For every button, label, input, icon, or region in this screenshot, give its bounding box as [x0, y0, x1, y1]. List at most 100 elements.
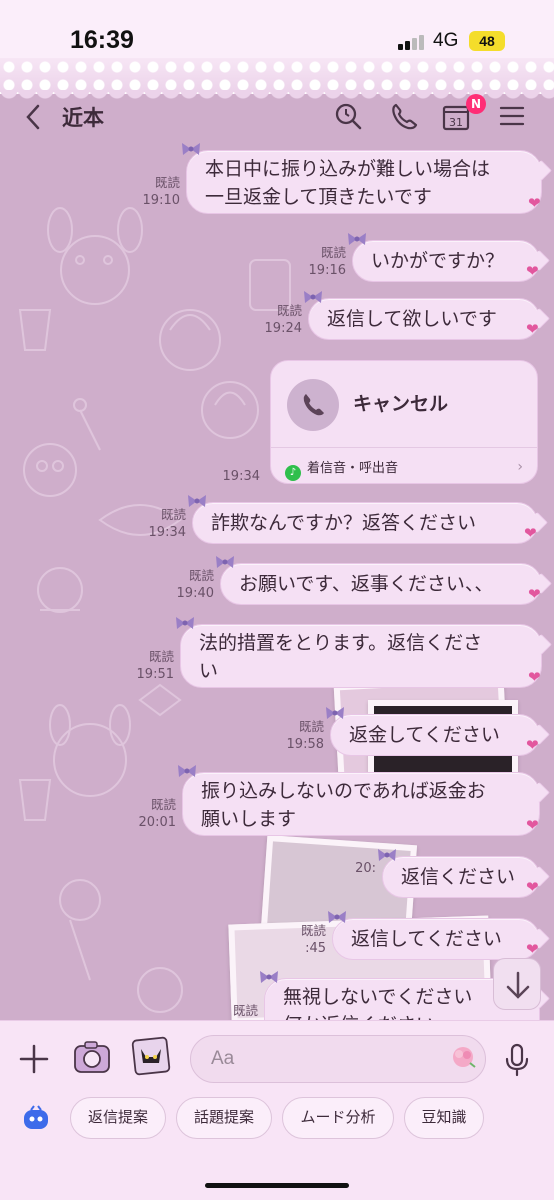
bow-icon [348, 233, 366, 245]
message-input[interactable]: Aa [190, 1035, 486, 1083]
chat-title[interactable]: 近本 [62, 102, 104, 132]
message-text: 無視しないでください [283, 986, 473, 1008]
plus-icon[interactable] [18, 1043, 50, 1075]
message-bubble[interactable]: 振り込みしないのであれば返金お 願いします [182, 772, 540, 836]
bow-icon [328, 911, 346, 923]
ai-assistant-icon[interactable] [22, 1105, 50, 1133]
ringtone-link[interactable]: ♪ 着信音・呼出音 [285, 457, 398, 481]
heart-icon: ❤ [526, 940, 539, 958]
message-time: 19:10 [142, 193, 180, 208]
chip-trivia[interactable]: 豆知識 [404, 1097, 484, 1139]
message-bubble[interactable]: 返信して欲しいです [308, 298, 540, 340]
message-text: 返信して欲しいです [327, 308, 497, 330]
bow-icon [176, 617, 194, 629]
home-indicator [205, 1183, 349, 1188]
message-time: 19:34 [148, 525, 186, 540]
heart-icon: ❤ [528, 194, 541, 212]
read-receipt: 既読 [300, 923, 326, 938]
heart-icon: ❤ [526, 320, 539, 338]
message-meta: 既読 :45 [260, 922, 326, 958]
message-meta: 既読 19:10 [114, 174, 180, 210]
read-receipt: 既読 [160, 507, 186, 522]
heart-icon: ❤ [526, 262, 539, 280]
back-icon[interactable] [20, 100, 46, 134]
chip-mood-analysis[interactable]: ムード分析 [282, 1097, 394, 1139]
message-meta: 既読 19:16 [280, 244, 346, 280]
bow-icon [260, 971, 278, 983]
message-text: 本日中に振り込みが難しい場合は [205, 158, 491, 180]
message-text: い [199, 660, 219, 682]
sticker-icon[interactable] [448, 1043, 478, 1071]
gallery-icon[interactable] [130, 1035, 172, 1077]
bow-icon [326, 707, 344, 719]
call-card[interactable]: キャンセル ♪ 着信音・呼出音 › [270, 360, 538, 484]
chip-topic-suggestion[interactable]: 話題提案 [176, 1097, 272, 1139]
bow-icon [216, 556, 234, 568]
message-text: 一旦返金して頂きたいです [205, 186, 432, 208]
heart-icon: ❤ [524, 524, 537, 542]
message-text: 何か返信ください [283, 1011, 521, 1020]
bow-icon [188, 495, 206, 507]
bow-icon [304, 291, 322, 303]
read-receipt: 既読 [320, 245, 346, 260]
message-meta: 既読 19:51 [108, 648, 174, 684]
message-meta: 既読 19:58 [258, 718, 324, 754]
read-receipt: 既読 [150, 797, 176, 812]
message-time: 19:51 [136, 667, 174, 682]
heart-icon: ❤ [528, 585, 541, 603]
menu-icon[interactable] [496, 100, 528, 132]
message-time: 19:24 [264, 321, 302, 336]
message-meta: 20: [310, 860, 376, 878]
camera-icon[interactable] [72, 1037, 112, 1077]
message-text: 願いします [201, 808, 297, 830]
status-bar: 16:39 4G 48 [0, 0, 554, 62]
microphone-icon[interactable] [504, 1043, 530, 1077]
chevron-right-icon: › [517, 459, 523, 475]
message-bubble[interactable]: 詐欺なんですか？返答ください [192, 502, 538, 544]
message-bubble[interactable]: いかがですか？ [352, 240, 540, 282]
message-meta: 既読 19:34 [120, 506, 186, 542]
read-receipt: 既読 [148, 649, 174, 664]
message-meta: 既読 20:01 [110, 796, 176, 832]
message-text: 返信してください [351, 928, 502, 950]
calendar-day: 31 [449, 116, 463, 129]
bow-icon [178, 765, 196, 777]
message-bubble[interactable]: 法的措置をとります。返信ください [180, 624, 542, 688]
message-text: 返信ください [401, 866, 516, 888]
message-meta: 既読 19:40 [148, 567, 214, 603]
battery-level: 48 [479, 33, 495, 49]
search-icon[interactable] [332, 100, 364, 132]
chip-reply-suggestion[interactable]: 返信提案 [70, 1097, 166, 1139]
message-bubble[interactable]: お願いです、返事ください、、 [220, 563, 542, 605]
chat-area[interactable]: 本日中に振り込みが難しい場合は 一旦返金して頂きたいです ❤ 既読 19:10 いかがです… [0, 140, 554, 1020]
message-time: 19:34 [222, 469, 260, 484]
bow-icon [182, 143, 200, 155]
phone-call-icon[interactable] [388, 100, 420, 132]
message-time: 19:58 [286, 737, 324, 752]
chat-header: 近本 31 N [0, 94, 554, 140]
bow-icon [378, 849, 396, 861]
message-bubble[interactable]: 返信ください [382, 856, 540, 898]
network-type: 4G [433, 30, 459, 51]
heart-icon: ❤ [526, 736, 539, 754]
message-text: 振り込みしないのであれば返金お [201, 780, 486, 802]
music-icon: ♪ [285, 465, 301, 481]
message-text: 法的措置をとります。返信くださ [199, 632, 483, 654]
message-text: 返金してください [349, 724, 500, 746]
message-time: 20:01 [138, 815, 176, 830]
message-time: 19:16 [308, 263, 346, 278]
heart-icon: ❤ [526, 816, 539, 834]
heart-icon: ❤ [526, 878, 539, 896]
divider [271, 447, 537, 448]
message-time: :45 [305, 941, 326, 956]
arrow-down-icon [506, 971, 530, 999]
message-bubble[interactable]: 本日中に振り込みが難しい場合は 一旦返金して頂きたいです [186, 150, 542, 214]
message-bubble[interactable]: 返信してください [332, 918, 540, 960]
phone-icon [287, 379, 339, 431]
heart-icon: ❤ [528, 668, 541, 686]
message-text: いかがですか？ [371, 250, 505, 272]
message-bubble[interactable]: 返金してください [330, 714, 540, 756]
call-time: 19:34 [200, 468, 260, 486]
message-text: お願いです、返事ください、、 [239, 573, 494, 595]
scroll-to-bottom-button[interactable] [493, 958, 541, 1010]
